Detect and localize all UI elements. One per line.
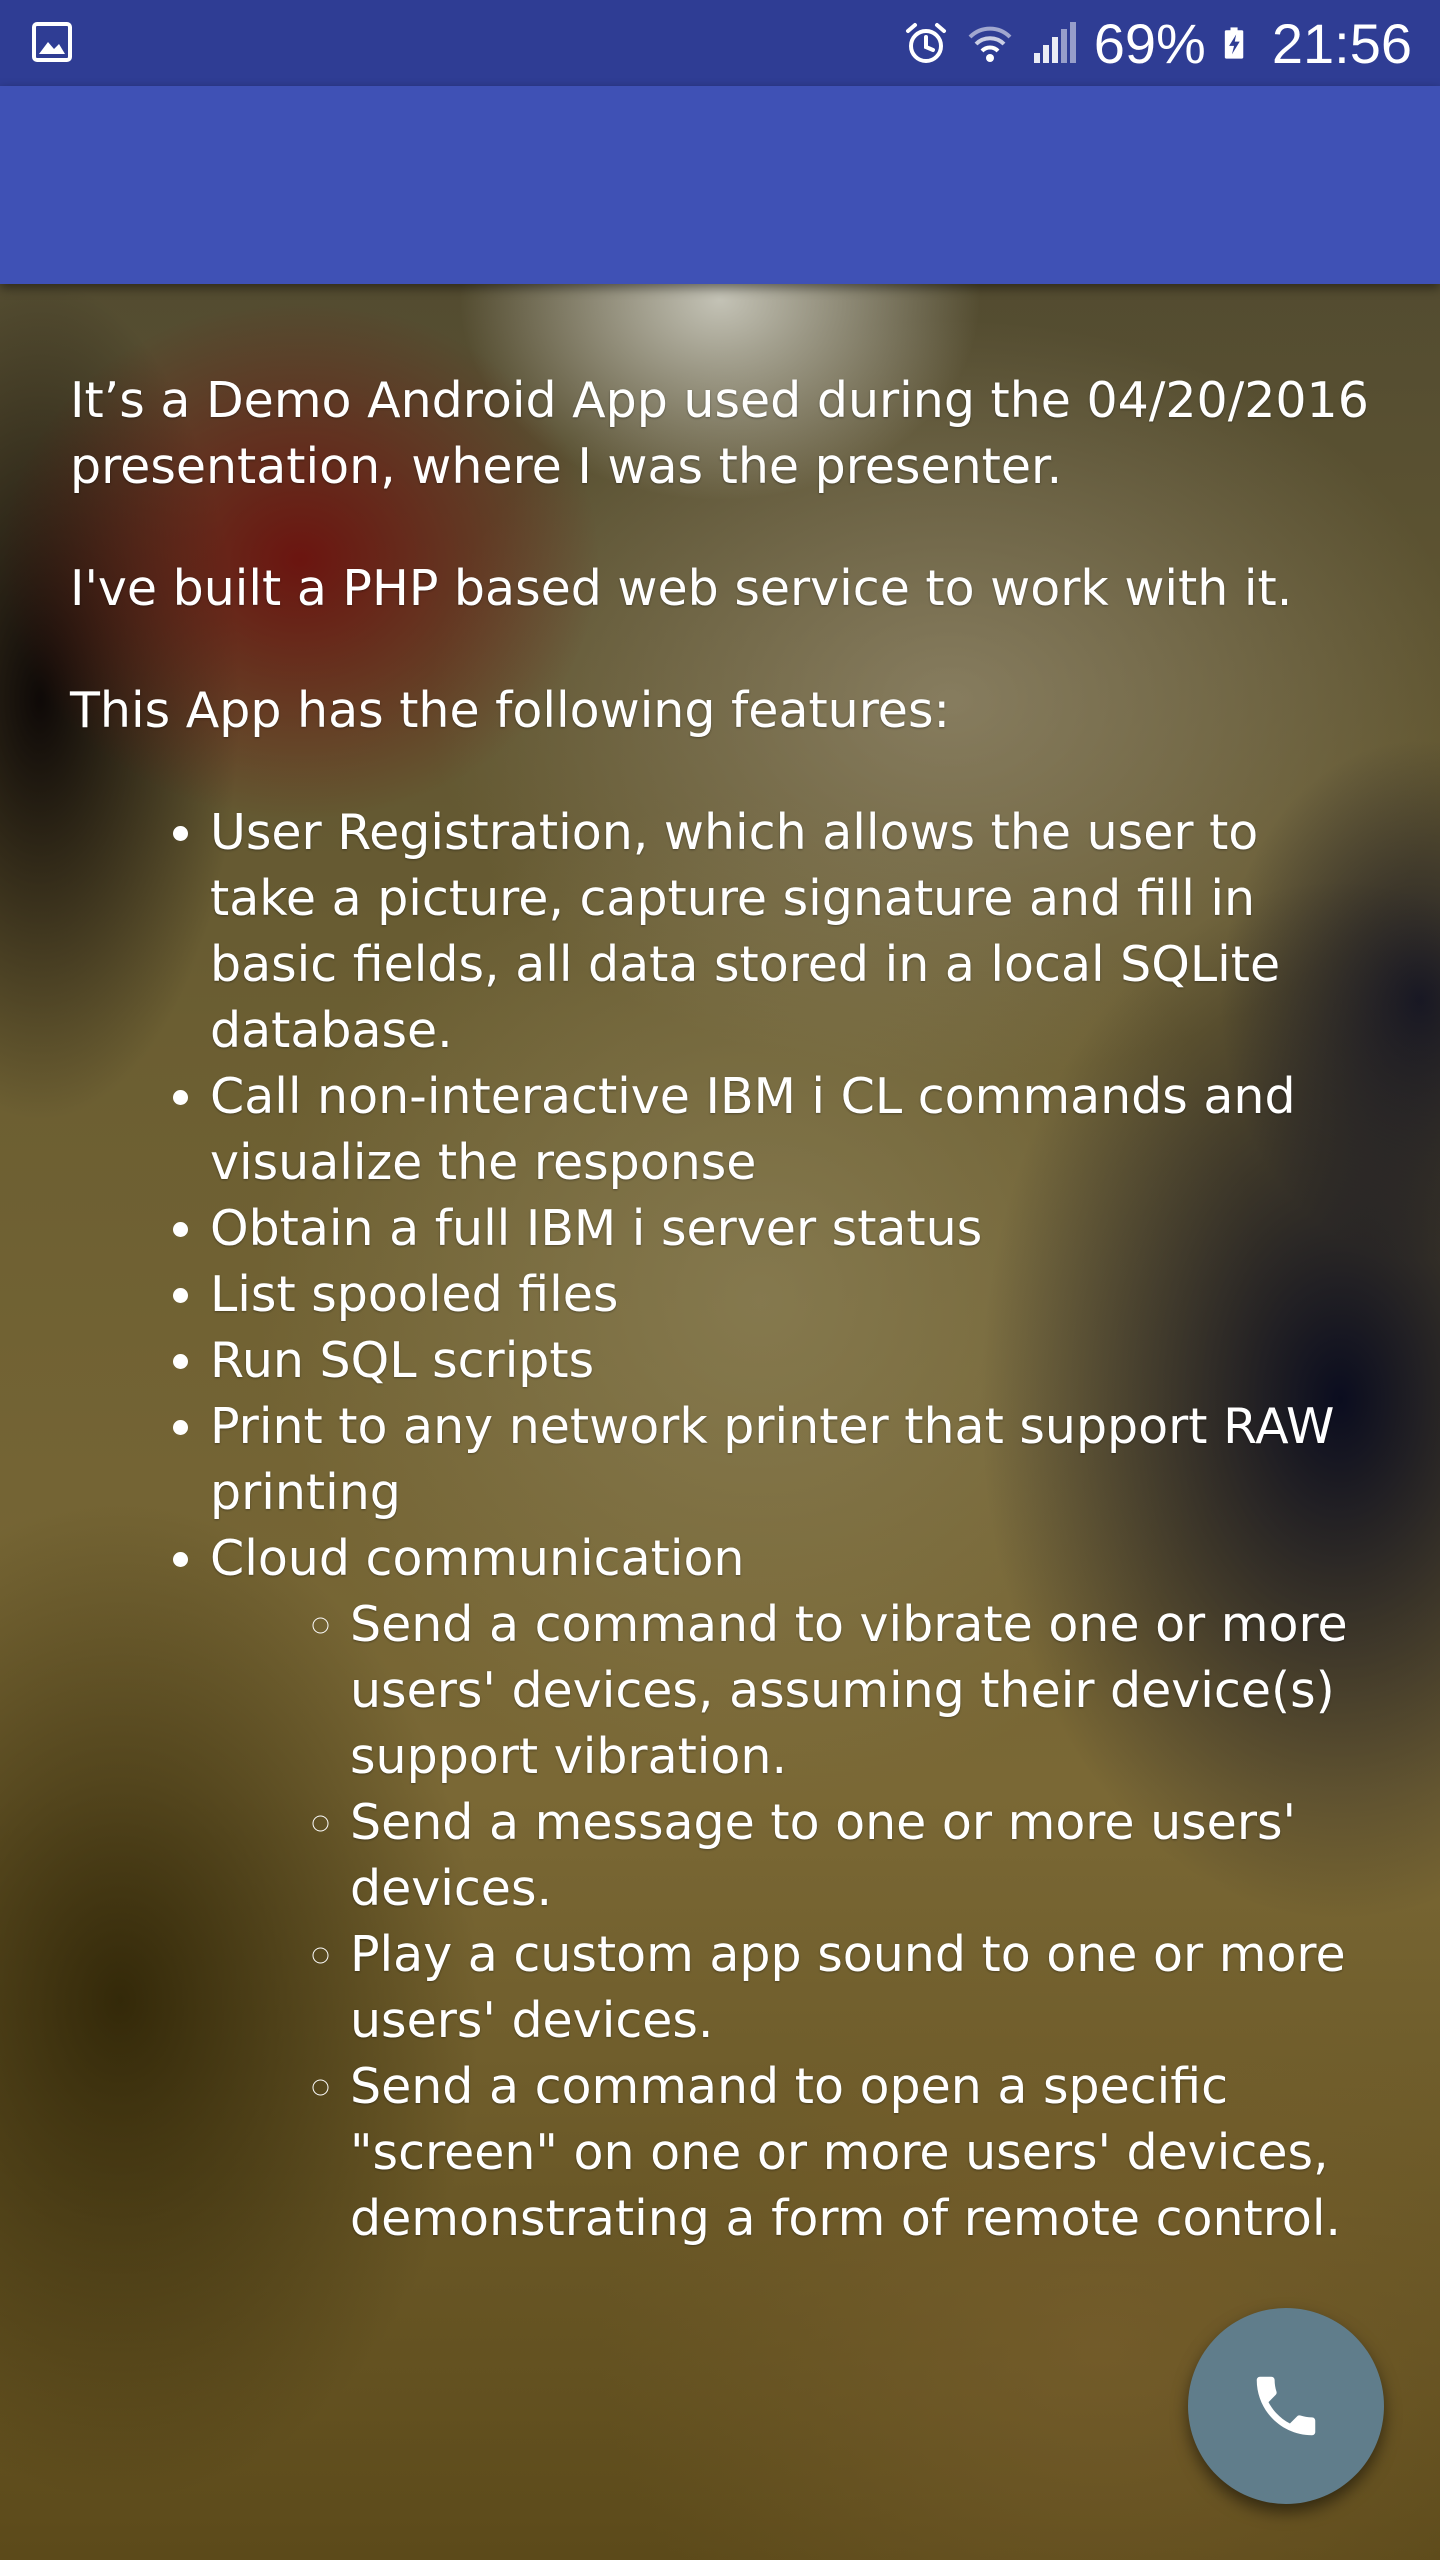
list-item: Run SQL scripts: [210, 1328, 1370, 1394]
status-bar: 69% 21:56: [0, 0, 1440, 86]
sub-list-item: Send a message to one or more users' dev…: [350, 1790, 1370, 1922]
screen: 69% 21:56 It’s a Demo Android App used d…: [0, 0, 1440, 2560]
gallery-notification-icon: [32, 22, 72, 62]
intro-paragraph: It’s a Demo Android App used during the …: [70, 372, 1369, 495]
sub-list-item: Send a command to vibrate one or more us…: [350, 1592, 1370, 1790]
call-fab-button[interactable]: [1188, 2308, 1384, 2504]
cloud-features-list: Send a command to vibrate one or more us…: [210, 1592, 1370, 2252]
sub-list-item: Send a command to open a specific "scree…: [350, 2054, 1370, 2252]
list-item: Call non-interactive IBM i CL commands a…: [210, 1064, 1370, 1196]
list-item: Print to any network printer that suppor…: [210, 1394, 1370, 1526]
features-heading: This App has the following features:: [70, 682, 950, 739]
list-item: Obtain a full IBM i server status: [210, 1196, 1370, 1262]
wifi-icon: [968, 26, 1012, 62]
phone-icon: [1256, 2376, 1316, 2436]
signal-icon: [1033, 22, 1076, 63]
about-content: It’s a Demo Android App used during the …: [70, 368, 1370, 2252]
list-item: User Registration, which allows the user…: [210, 800, 1370, 1064]
status-icons: 69% 21:56: [902, 0, 1412, 86]
clock: 21:56: [1271, 11, 1412, 75]
battery-percentage: 69%: [1093, 11, 1206, 75]
list-item-cloud: Cloud communication Send a command to vi…: [210, 1526, 1370, 2252]
web-service-paragraph: I've built a PHP based web service to wo…: [70, 560, 1293, 617]
alarm-icon: [905, 23, 946, 63]
list-item: List spooled files: [210, 1262, 1370, 1328]
app-bar: [0, 86, 1440, 284]
cloud-communication-label: Cloud communication: [210, 1530, 745, 1587]
sub-list-item: Play a custom app sound to one or more u…: [350, 1922, 1370, 2054]
features-list: User Registration, which allows the user…: [70, 800, 1370, 2252]
battery-charging-icon: [1224, 27, 1244, 59]
